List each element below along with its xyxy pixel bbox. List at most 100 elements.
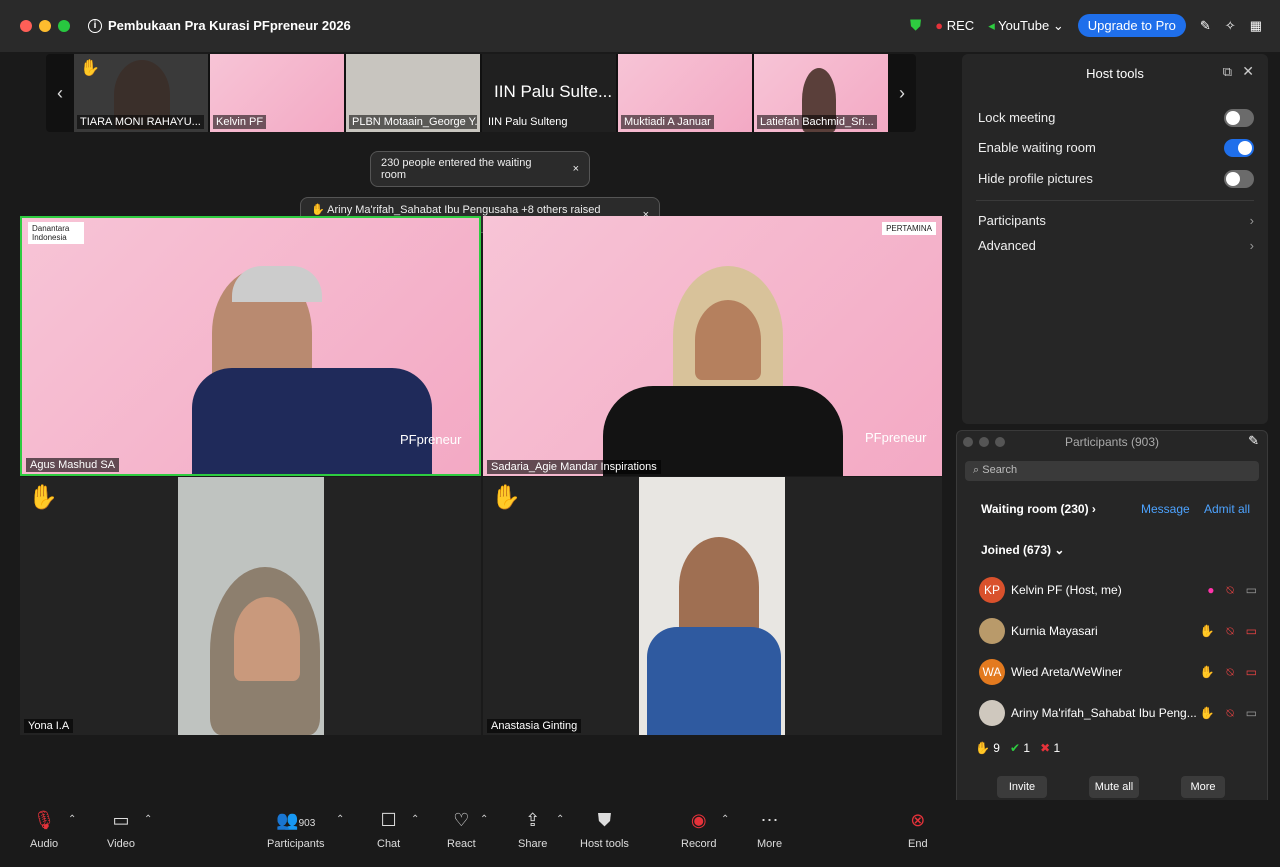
share-button[interactable]: ⇪ Share bbox=[518, 810, 547, 850]
recording-icon: ● bbox=[1207, 582, 1215, 597]
meeting-toolbar: 🎙 Audio ⌃ ▭ Video ⌃ 👥903 Participants ⌃ ☐ Ch… bbox=[0, 800, 1280, 867]
chat-button[interactable]: ☐ Chat bbox=[377, 810, 400, 850]
video-button[interactable]: ▭ Video bbox=[107, 810, 135, 850]
shield-icon[interactable]: ⛊ bbox=[910, 17, 921, 34]
share-icon: ⇪ bbox=[525, 810, 541, 830]
close-icon[interactable]: × bbox=[573, 163, 579, 175]
chevron-up-icon[interactable]: ⌃ bbox=[480, 814, 488, 825]
more-button[interactable]: More bbox=[1181, 776, 1225, 798]
thumb-tiara[interactable]: ✋ TIARA MONI RAHAYU... bbox=[74, 54, 208, 132]
chevron-up-icon[interactable]: ⌃ bbox=[411, 814, 419, 825]
avatar: WA bbox=[979, 659, 1005, 685]
participants-panel: Participants (903) ✎ ⌕ Search Waiting ro… bbox=[956, 430, 1268, 808]
raised-hand-icon: ✋ bbox=[491, 484, 521, 511]
chat-icon: ☐ bbox=[380, 810, 397, 830]
chevron-up-icon[interactable]: ⌃ bbox=[556, 814, 564, 825]
hide-pictures-toggle[interactable] bbox=[1224, 170, 1254, 188]
chevron-up-icon[interactable]: ⌃ bbox=[336, 814, 344, 825]
shield-icon: ⛊ bbox=[597, 810, 612, 830]
participant-row[interactable]: Ariny Ma'rifah_Sahabat Ibu Peng... ✋ ⍉ ▭ bbox=[979, 698, 1265, 728]
title-bar: i Pembukaan Pra Kurasi PFpreneur 2026 ⛊ … bbox=[0, 0, 1280, 52]
meeting-title[interactable]: i Pembukaan Pra Kurasi PFpreneur 2026 bbox=[88, 18, 351, 33]
mic-muted-icon: ⍉ bbox=[1226, 623, 1234, 638]
sparkle-icon[interactable]: ✧ bbox=[1225, 18, 1236, 34]
participant-row[interactable]: KP Kelvin PF (Host, me) ● ⍉ ▭ bbox=[979, 575, 1265, 605]
strip-next-arrow[interactable]: › bbox=[888, 54, 916, 132]
participants-button[interactable]: 👥903 Participants bbox=[267, 810, 324, 850]
mute-all-button[interactable]: Mute all bbox=[1089, 776, 1139, 798]
edit-icon[interactable]: ✎ bbox=[1248, 433, 1259, 449]
message-link[interactable]: Message bbox=[1141, 502, 1190, 516]
more-toolbar-button[interactable]: ⋯ More bbox=[757, 810, 782, 850]
strip-prev-arrow[interactable]: ‹ bbox=[46, 54, 74, 132]
thumb-muktiadi[interactable]: Muktiadi A Januar bbox=[618, 54, 752, 132]
camera-icon: ▭ bbox=[1245, 705, 1257, 720]
invite-button[interactable]: Invite bbox=[997, 776, 1047, 798]
joined-header[interactable]: Joined (673) ⌄ bbox=[981, 543, 1064, 557]
camera-icon: ▭ bbox=[112, 810, 130, 830]
mic-muted-icon: ⍉ bbox=[1226, 705, 1234, 720]
waiting-room-header[interactable]: Waiting room (230) › bbox=[981, 502, 1096, 516]
camera-icon: ▭ bbox=[1245, 582, 1257, 597]
raised-hand-icon: ✋ bbox=[1199, 623, 1215, 638]
chevron-up-icon[interactable]: ⌃ bbox=[144, 814, 152, 825]
thumb-latiefah[interactable]: Latiefah Bachmid_Sri... bbox=[754, 54, 888, 132]
camera-off-icon: ▭ bbox=[1245, 623, 1257, 638]
popout-icon[interactable]: ⧉ bbox=[1223, 64, 1232, 80]
heart-icon: ♡ bbox=[453, 810, 470, 830]
people-icon: 👥903 bbox=[276, 810, 316, 830]
avatar bbox=[979, 700, 1005, 726]
no-count: ✖ 1 bbox=[1040, 741, 1061, 755]
record-button[interactable]: ◉ Record bbox=[681, 810, 716, 850]
yes-count: ✔ 1 bbox=[1009, 741, 1031, 755]
advanced-link[interactable]: Advanced › bbox=[978, 238, 1254, 253]
reaction-counts: ✋ 9 ✔ 1 ✖ 1 bbox=[975, 741, 1060, 755]
pencil-icon[interactable]: ✎ bbox=[1200, 18, 1211, 34]
admit-all-link[interactable]: Admit all bbox=[1204, 502, 1250, 516]
gallery-view-icon[interactable]: ▦ bbox=[1250, 18, 1262, 34]
audio-button[interactable]: 🎙 Audio bbox=[30, 810, 58, 850]
raised-hand-count: ✋ 9 bbox=[975, 741, 1000, 755]
participants-link[interactable]: Participants › bbox=[978, 213, 1254, 228]
zoom-window: i Pembukaan Pra Kurasi PFpreneur 2026 ⛊ … bbox=[0, 0, 1280, 867]
host-tools-button[interactable]: ⛊ Host tools bbox=[580, 810, 629, 850]
zoom-window-button[interactable] bbox=[58, 20, 70, 32]
raised-hand-icon: ✋ bbox=[1199, 664, 1215, 679]
waiting-room-row: Enable waiting room bbox=[978, 140, 1096, 155]
video-tile-yona[interactable]: ✋ Yona I.A bbox=[20, 477, 481, 735]
raised-hand-icon: ✋ bbox=[28, 484, 58, 511]
info-icon: i bbox=[88, 18, 102, 33]
participants-title: Participants (903) bbox=[1064, 435, 1160, 449]
divider bbox=[976, 200, 1254, 201]
waiting-room-toast[interactable]: 230 people entered the waiting room × bbox=[370, 151, 590, 187]
avatar bbox=[979, 618, 1005, 644]
mic-muted-icon: ⍉ bbox=[1226, 664, 1234, 679]
video-tile-sadaria[interactable]: PERTAMINA PFpreneur Sadaria_Agie Mandar … bbox=[483, 216, 942, 476]
react-button[interactable]: ♡ React bbox=[447, 810, 476, 850]
waiting-room-toggle[interactable] bbox=[1224, 139, 1254, 157]
end-button[interactable]: ⊗ End bbox=[908, 810, 928, 850]
lock-meeting-row: Lock meeting bbox=[978, 110, 1056, 125]
mic-muted-icon: ⍉ bbox=[1226, 582, 1234, 597]
chevron-up-icon[interactable]: ⌃ bbox=[68, 814, 76, 825]
avatar: KP bbox=[979, 577, 1005, 603]
thumb-iin[interactable]: IIN Palu Sulte... IIN Palu Sulteng bbox=[482, 54, 616, 132]
mic-muted-icon: 🎙 bbox=[32, 810, 56, 830]
participant-row[interactable]: WA Wied Areta/WeWiner ✋ ⍉ ▭ bbox=[979, 657, 1265, 687]
lock-meeting-toggle[interactable] bbox=[1224, 109, 1254, 127]
chevron-up-icon[interactable]: ⌃ bbox=[721, 814, 729, 825]
upgrade-button[interactable]: Upgrade to Pro bbox=[1077, 14, 1186, 37]
thumb-plbn[interactable]: PLBN Motaain_George Y.... bbox=[346, 54, 480, 132]
close-icon[interactable]: ✕ bbox=[1242, 63, 1254, 80]
search-input[interactable]: ⌕ Search bbox=[965, 461, 1259, 481]
host-tools-panel: Host tools ⧉ ✕ Lock meeting Enable waiti… bbox=[962, 54, 1268, 424]
participant-row[interactable]: Kurnia Mayasari ✋ ⍉ ▭ bbox=[979, 616, 1265, 646]
thumb-kelvin[interactable]: Kelvin PF bbox=[210, 54, 344, 132]
recording-indicator[interactable]: ● REC bbox=[935, 18, 974, 33]
video-tile-anastasia[interactable]: ✋ Anastasia Ginting bbox=[483, 477, 942, 735]
youtube-stream-menu[interactable]: ◂ YouTube ⌄ bbox=[988, 18, 1064, 34]
minimize-window-button[interactable] bbox=[39, 20, 51, 32]
hide-pictures-row: Hide profile pictures bbox=[978, 171, 1093, 186]
close-window-button[interactable] bbox=[20, 20, 32, 32]
video-tile-agus[interactable]: Danantara Indonesia PFpreneur Agus Mashu… bbox=[20, 216, 481, 476]
